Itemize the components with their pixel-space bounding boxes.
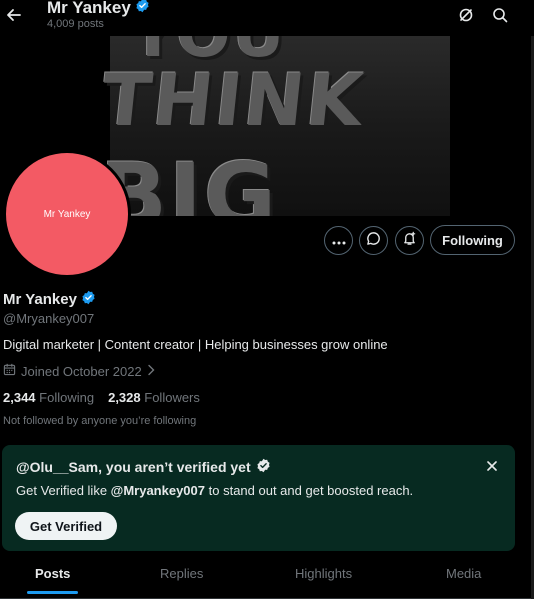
calendar-icon xyxy=(3,363,16,379)
verify-desc-handle: @Mryankey007 xyxy=(110,483,206,498)
chevron-right-icon xyxy=(147,364,155,379)
banner-image: YOU THINK BIG xyxy=(98,36,450,216)
profile-stats: 2,344 Following 2,328 Followers xyxy=(3,390,200,405)
verify-title-text: @Olu__Sam, you aren’t verified yet xyxy=(16,459,251,475)
followers-count: 2,328 xyxy=(108,390,141,405)
get-verified-button[interactable]: Get Verified xyxy=(15,512,117,540)
tab-posts[interactable]: Posts xyxy=(35,566,70,581)
verified-check-icon xyxy=(256,458,271,476)
header-name: Mr Yankey xyxy=(47,0,131,17)
profile-header: Mr Yankey 4,009 posts xyxy=(0,0,534,36)
followers-label: Followers xyxy=(144,390,200,405)
following-count: 2,344 xyxy=(3,390,36,405)
verified-badge-icon[interactable] xyxy=(81,290,96,309)
profile-tabs: Posts Replies Highlights Media xyxy=(0,555,534,599)
verified-badge-icon xyxy=(135,0,150,18)
message-icon xyxy=(366,231,381,251)
close-icon[interactable] xyxy=(485,459,499,473)
message-button[interactable] xyxy=(359,226,388,255)
banner-line-2: THINK xyxy=(97,58,369,142)
avatar-label: Mr Yankey xyxy=(43,208,91,220)
tab-media[interactable]: Media xyxy=(446,566,481,581)
following-button[interactable]: Following xyxy=(430,225,515,255)
back-arrow-icon[interactable] xyxy=(4,5,24,25)
tab-replies[interactable]: Replies xyxy=(160,566,203,581)
profile-name-text: Mr Yankey xyxy=(3,291,77,308)
verify-desc-suffix: to stand out and get boosted reach. xyxy=(205,483,414,498)
tab-highlights[interactable]: Highlights xyxy=(295,566,352,581)
grok-icon[interactable] xyxy=(457,6,475,24)
header-post-count: 4,009 posts xyxy=(47,18,104,30)
profile-name: Mr Yankey xyxy=(3,290,96,309)
active-tab-indicator xyxy=(27,591,78,594)
notify-button[interactable] xyxy=(395,226,424,255)
profile-joined[interactable]: Joined October 2022 xyxy=(3,363,155,379)
profile-handle: @Mryankey007 xyxy=(3,311,95,326)
profile-bio: Digital marketer | Content creator | Hel… xyxy=(3,337,388,352)
not-followed-note: Not followed by anyone you’re following xyxy=(3,415,197,427)
joined-text: Joined October 2022 xyxy=(21,363,142,379)
verify-description: Get Verified like @Mryankey007 to stand … xyxy=(16,483,413,498)
followers-stat[interactable]: 2,328 Followers xyxy=(108,390,200,405)
verify-title: @Olu__Sam, you aren’t verified yet xyxy=(16,458,271,476)
header-title: Mr Yankey xyxy=(47,0,150,18)
verify-desc-prefix: Get Verified like xyxy=(16,483,111,498)
following-stat[interactable]: 2,344 Following xyxy=(3,390,94,405)
search-icon[interactable] xyxy=(491,6,509,24)
notify-icon xyxy=(402,231,417,251)
avatar[interactable]: Mr Yankey xyxy=(3,150,131,278)
more-icon xyxy=(332,232,346,250)
verify-card: @Olu__Sam, you aren’t verified yet Get V… xyxy=(2,445,515,551)
following-label: Following xyxy=(39,390,95,405)
more-button[interactable] xyxy=(324,226,353,255)
